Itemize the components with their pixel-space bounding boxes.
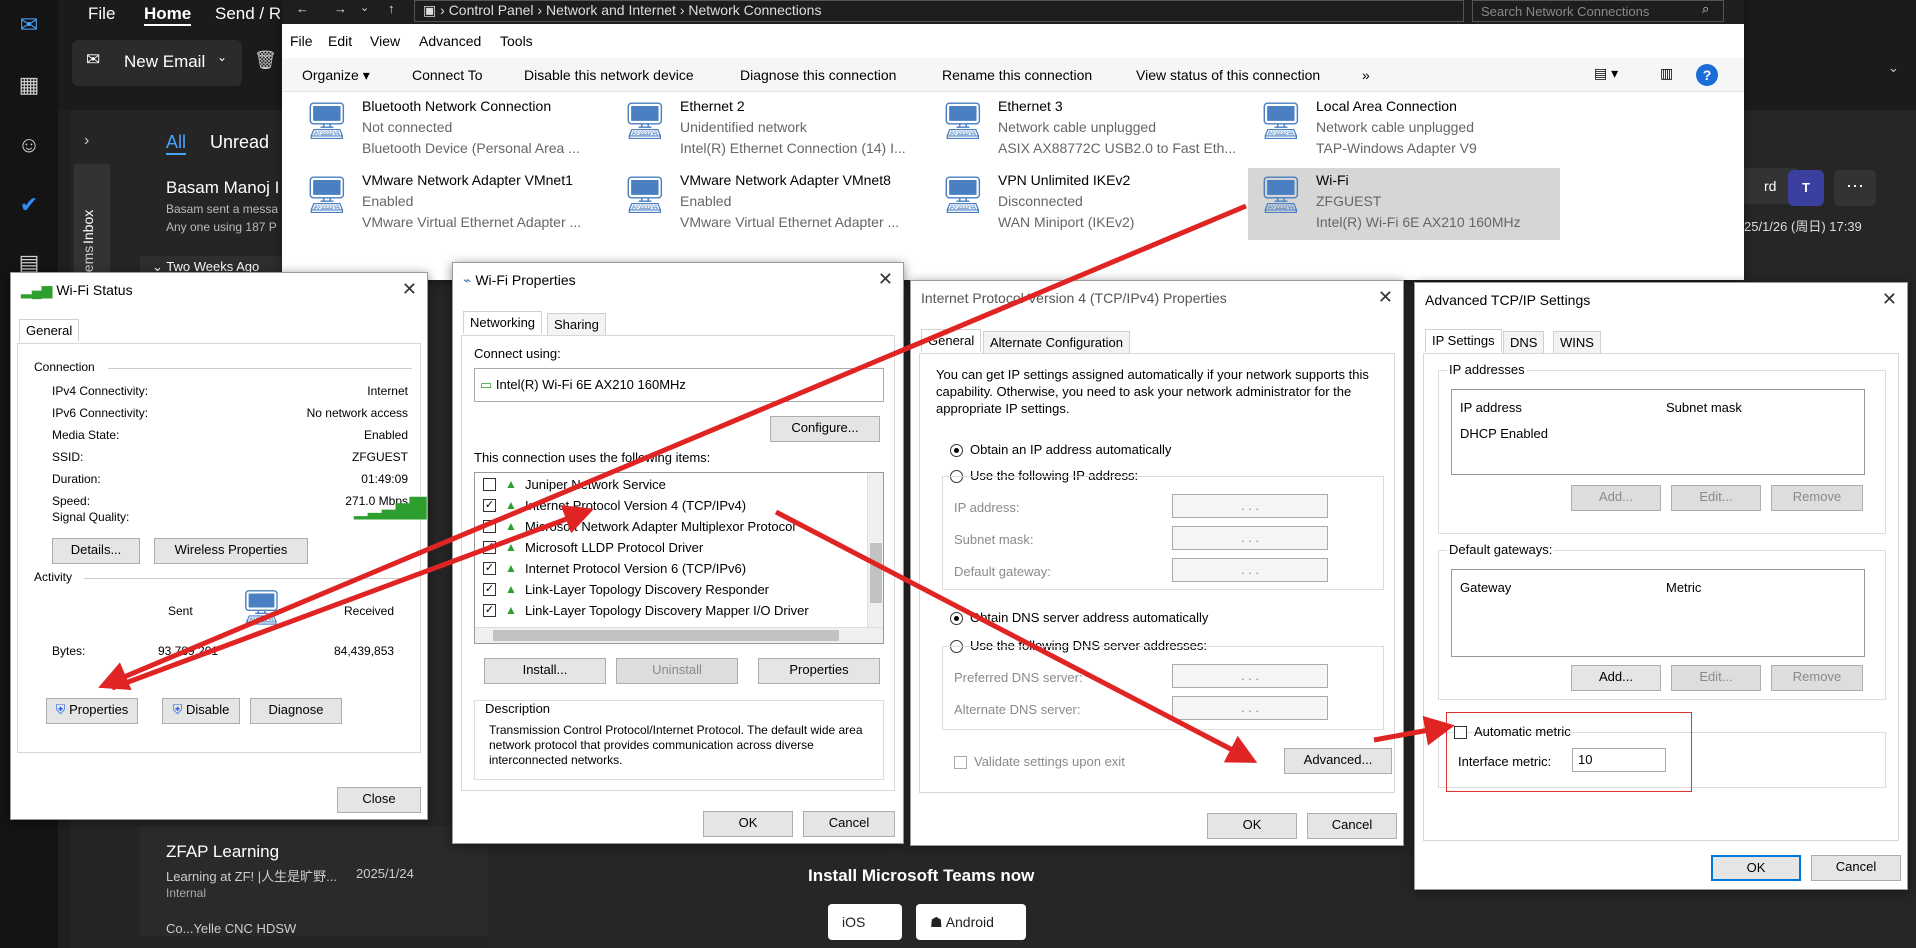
arrow-to-metric [1373, 715, 1455, 746]
arrow-status-to-properties [111, 505, 595, 691]
arrow-ipv4-to-advanced [774, 509, 1258, 763]
annotation-arrows [98, 203, 1455, 763]
arrow-wifi-to-status [98, 203, 1247, 691]
